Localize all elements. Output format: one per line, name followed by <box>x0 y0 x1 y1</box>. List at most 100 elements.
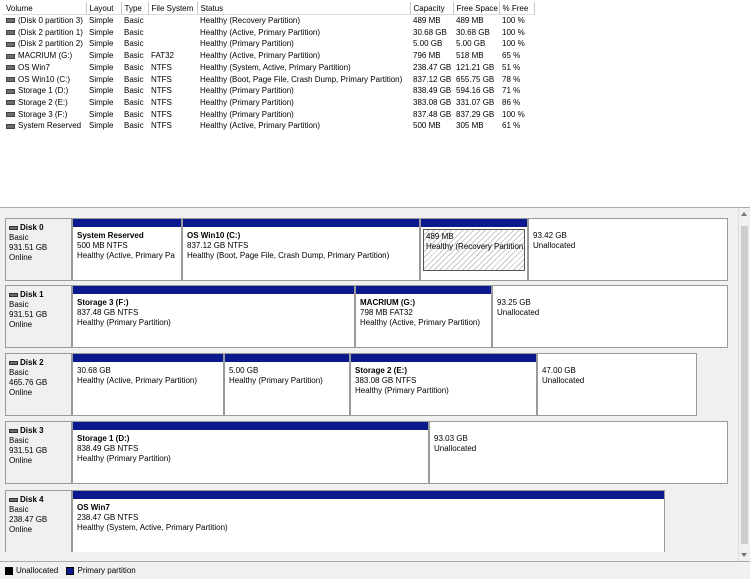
partition-bar <box>421 219 527 227</box>
partition-block[interactable]: Storage 2 (E:) 383.08 GB NTFS Healthy (Pri… <box>350 353 537 416</box>
partition-block[interactable]: MACRIUM (G:) 798 MB FAT32 Healthy (Active,… <box>355 285 492 348</box>
disk-name-line: Disk 3 <box>9 426 68 436</box>
disk-label[interactable]: Disk 2 Basic 465.76 GB Online <box>5 353 72 416</box>
disk-name: Disk 1 <box>20 290 44 299</box>
partition-status: Unallocated <box>497 308 540 317</box>
partition-status: Healthy (Primary Partition) <box>77 454 171 463</box>
partition-bar <box>529 219 727 227</box>
cell-file-system: NTFS <box>151 62 172 72</box>
scroll-down-arrow-icon[interactable] <box>741 553 747 557</box>
partition-size: 30.68 GB <box>77 366 111 375</box>
disk-label[interactable]: Disk 4 Basic 238.47 GB Online <box>5 490 72 553</box>
cell-layout: Simple <box>89 86 114 96</box>
partition-body: 489 MB Healthy (Recovery Partition <box>423 229 525 271</box>
partition-block[interactable]: Storage 1 (D:) 838.49 GB NTFS Healthy (Pri… <box>72 421 429 484</box>
cell-file-system <box>148 27 197 39</box>
drive-icon <box>6 88 15 94</box>
disk-label[interactable]: Disk 0 Basic 931.51 GB Online <box>5 218 72 281</box>
partition-title: Storage 3 (F:) <box>77 298 129 307</box>
volume-row[interactable]: System Reserved Simple Basic NTFS Healthy (A… <box>3 120 534 132</box>
cell-capacity: 489 MB <box>413 16 441 25</box>
cell-type: Basic <box>124 121 144 131</box>
partition-title: OS Win7 <box>77 503 110 512</box>
disk-row: Disk 1 Basic 931.51 GB Online Storage 3 (F:)… <box>5 285 728 348</box>
column-header-free-space[interactable]: Free Space <box>453 2 500 15</box>
disk-state: Online <box>9 388 33 397</box>
drive-icon <box>6 41 15 47</box>
volume-row[interactable]: (Disk 2 partition 1) Simple Basic Healthy (… <box>3 27 534 39</box>
partition-block[interactable]: OS Win7 238.47 GB NTFS Healthy (System, Ac… <box>72 490 665 553</box>
unallocated-region[interactable]: 93.25 GB Unallocated <box>492 285 728 348</box>
partition-title: MACRIUM (G:) <box>360 298 416 307</box>
cell-volume: OS Win7 <box>3 62 86 74</box>
disk-type: Basic <box>9 233 29 242</box>
cell-file-system <box>148 38 197 50</box>
column-header-status[interactable]: Status <box>197 2 411 15</box>
partition-block[interactable]: 30.68 GB Healthy (Active, Primary Partiti… <box>72 353 224 416</box>
partition-size: 489 MB <box>426 232 454 241</box>
cell-file-system <box>148 15 197 27</box>
partition-bar <box>73 491 664 499</box>
disk-row: Disk 3 Basic 931.51 GB Online Storage 1 (D:)… <box>5 421 728 484</box>
volume-row[interactable]: OS Win7 Simple Basic NTFS Healthy (System, A… <box>3 62 534 74</box>
unallocated-region[interactable]: 47.00 GB Unallocated <box>537 353 697 416</box>
scroll-thumb[interactable] <box>741 226 748 544</box>
volume-row[interactable]: (Disk 0 partition 3) Simple Basic Healthy (… <box>3 15 534 27</box>
column-header-volume[interactable]: Volume <box>3 2 87 15</box>
column-header-file-system[interactable]: File System <box>148 2 198 15</box>
cell-percent-free: 100 % <box>502 39 525 49</box>
volume-row[interactable]: (Disk 2 partition 2) Simple Basic Healthy (… <box>3 38 534 50</box>
partition-body: Storage 1 (D:) 838.49 GB NTFS Healthy (Pri… <box>73 430 428 468</box>
column-header-layout[interactable]: Layout <box>86 2 122 15</box>
scroll-up-arrow-icon[interactable] <box>741 212 747 216</box>
partition-size: 383.08 GB NTFS <box>355 376 417 385</box>
cell-capacity: 838.49 GB <box>413 86 452 96</box>
partition-block[interactable]: System Reserved 500 MB NTFS Healthy (Activ… <box>72 218 182 281</box>
cell-type: Basic <box>124 97 144 107</box>
partition-size: 837.48 GB NTFS <box>77 308 139 317</box>
partition-bar <box>73 286 354 294</box>
disk-type: Basic <box>9 436 29 445</box>
partition-block[interactable]: 489 MB Healthy (Recovery Partition <box>420 218 528 281</box>
volume-row[interactable]: Storage 1 (D:) Simple Basic NTFS Healthy (Pr… <box>3 85 534 97</box>
column-header-type[interactable]: Type <box>121 2 149 15</box>
disk-name-line: Disk 2 <box>9 358 68 368</box>
disk-name: Disk 3 <box>20 426 44 435</box>
unallocated-region[interactable]: 93.42 GB Unallocated <box>528 218 728 281</box>
partition-bar <box>351 354 536 362</box>
volume-name: Storage 3 (F:) <box>18 109 68 119</box>
drive-icon <box>6 112 15 118</box>
partition-size: 838.49 GB NTFS <box>77 444 139 453</box>
partition-block[interactable]: OS Win10 (C:) 837.12 GB NTFS Healthy (Boot… <box>182 218 420 281</box>
disk-label[interactable]: Disk 1 Basic 931.51 GB Online <box>5 285 72 348</box>
partition-block[interactable]: Storage 3 (F:) 837.48 GB NTFS Healthy (Pri… <box>72 285 355 348</box>
disk-size: 931.51 GB <box>9 243 48 252</box>
volume-row[interactable]: OS Win10 (C:) Simple Basic NTFS Healthy (Boo… <box>3 74 534 86</box>
unallocated-region[interactable]: 93.03 GB Unallocated <box>429 421 728 484</box>
disk-map-vertical-scrollbar[interactable] <box>738 208 750 561</box>
disk-row: Disk 0 Basic 931.51 GB Online System Reserve… <box>5 218 728 281</box>
volume-list-pane: Volume Layout Type File System Status Ca… <box>0 0 750 208</box>
column-header-percent-free[interactable]: % Free <box>499 2 535 15</box>
cell-capacity: 837.48 GB <box>413 109 452 119</box>
drive-icon <box>6 100 15 106</box>
disk-label[interactable]: Disk 3 Basic 931.51 GB Online <box>5 421 72 484</box>
partition-body: System Reserved 500 MB NTFS Healthy (Activ… <box>73 227 181 265</box>
partition-size: 500 MB NTFS <box>77 241 128 250</box>
partition-body: 93.42 GB Unallocated <box>529 227 727 255</box>
volume-row[interactable]: Storage 2 (E:) Simple Basic NTFS Healthy (Pr… <box>3 97 534 109</box>
legend-unallocated-label: Unallocated <box>16 566 59 575</box>
column-header-capacity[interactable]: Capacity <box>410 2 454 15</box>
partition-status: Unallocated <box>434 444 477 453</box>
cell-status: Healthy (Primary Partition) <box>200 97 294 107</box>
cell-type: Basic <box>124 51 144 61</box>
partition-bar <box>183 219 419 227</box>
disk-state: Online <box>9 525 33 534</box>
volume-row[interactable]: Storage 3 (F:) Simple Basic NTFS Healthy (Pr… <box>3 109 534 121</box>
volume-row[interactable]: MACRIUM (G:) Simple Basic FAT32 Healthy (Act… <box>3 50 534 62</box>
cell-type: Basic <box>124 27 144 37</box>
disk-map-horizontal-scrollbar[interactable] <box>0 552 738 561</box>
partition-body: OS Win7 238.47 GB NTFS Healthy (System, Ac… <box>73 499 664 537</box>
cell-layout: Simple <box>89 39 114 49</box>
partition-block[interactable]: 5.00 GB Healthy (Primary Partition) <box>224 353 350 416</box>
